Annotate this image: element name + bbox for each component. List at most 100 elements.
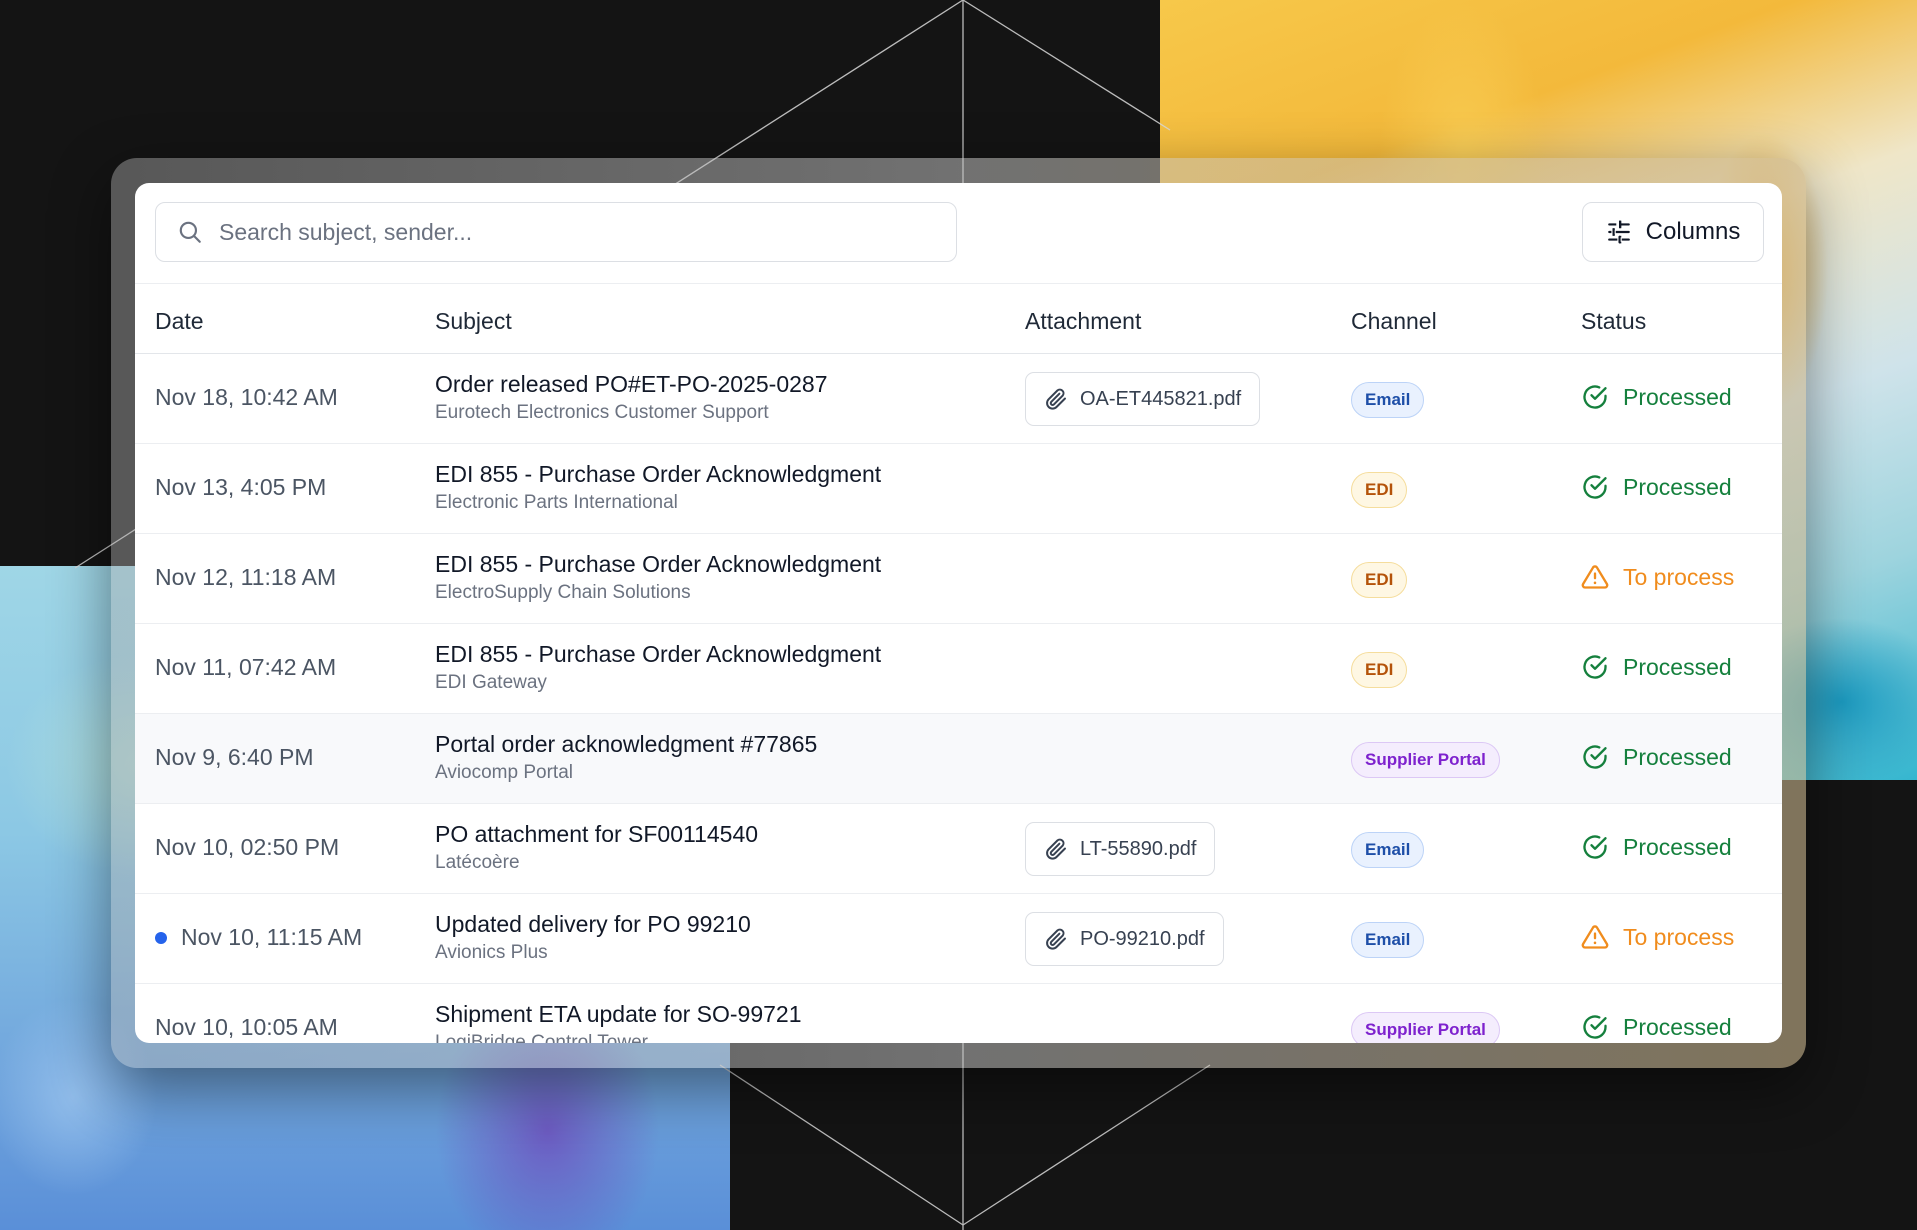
sender-text: ElectroSupply Chain Solutions — [435, 582, 691, 603]
column-header-subject[interactable]: Subject — [435, 308, 512, 335]
subject-text: Portal order acknowledgment #77865 — [435, 731, 818, 757]
table-header: Date Subject Attachment Channel Status — [135, 284, 1782, 354]
subject-text: Order released PO#ET-PO-2025-0287 — [435, 371, 828, 397]
table-row[interactable]: Nov 9, 6:40 PM Portal order acknowledgme… — [135, 714, 1782, 804]
status-to-process: To process — [1581, 563, 1734, 591]
date-text: Nov 10, 02:50 PM — [155, 834, 340, 860]
status-processed: Processed — [1581, 833, 1732, 861]
columns-label: Columns — [1645, 218, 1741, 245]
attachment-chip[interactable]: OA-ET445821.pdf — [1025, 372, 1261, 426]
search-box[interactable] — [155, 202, 957, 262]
status-text: To process — [1623, 563, 1735, 590]
sender-text: Eurotech Electronics Customer Support — [435, 402, 769, 423]
date-cell: Nov 18, 10:42 AM — [155, 384, 338, 411]
date-cell: Nov 10, 10:05 AM — [155, 1014, 338, 1041]
column-header-status[interactable]: Status — [1581, 308, 1646, 335]
attachment-chip[interactable]: LT-55890.pdf — [1025, 822, 1216, 876]
subject-text: EDI 855 - Purchase Order Acknowledgment — [435, 461, 882, 487]
date-text: Nov 9, 6:40 PM — [155, 744, 314, 770]
warning-triangle-icon — [1581, 925, 1609, 949]
attachment-filename: PO-99210.pdf — [1080, 927, 1205, 950]
status-text: Processed — [1623, 653, 1732, 680]
check-circle-icon — [1583, 745, 1607, 769]
table-row[interactable]: Nov 12, 11:18 AM EDI 855 - Purchase Orde… — [135, 534, 1782, 624]
date-text: Nov 10, 10:05 AM — [155, 1014, 338, 1040]
status-text: Processed — [1623, 473, 1732, 500]
table-row[interactable]: Nov 11, 07:42 AM EDI 855 - Purchase Orde… — [135, 624, 1782, 714]
subject-cell: EDI 855 - Purchase Order Acknowledgment … — [435, 640, 881, 695]
search-icon — [179, 221, 201, 243]
status-processed: Processed — [1581, 473, 1732, 501]
date-cell: Nov 13, 4:05 PM — [155, 474, 326, 501]
table-row[interactable]: Nov 13, 4:05 PM EDI 855 - Purchase Order… — [135, 444, 1782, 534]
attachment-chip[interactable]: PO-99210.pdf — [1025, 912, 1224, 966]
subject-text: Updated delivery for PO 99210 — [435, 911, 751, 937]
date-cell: Nov 10, 02:50 PM — [155, 834, 339, 861]
search-input[interactable] — [217, 217, 921, 247]
check-circle-icon — [1583, 475, 1607, 499]
subject-cell: EDI 855 - Purchase Order Acknowledgment … — [435, 460, 881, 515]
status-processed: Processed — [1581, 743, 1732, 771]
column-header-date[interactable]: Date — [155, 308, 204, 335]
sender-text: Latécoère — [435, 852, 520, 873]
channel-badge-email: Email — [1351, 922, 1425, 958]
date-text: Nov 18, 10:42 AM — [155, 384, 338, 410]
sliders-icon — [1607, 220, 1630, 244]
date-text: Nov 10, 11:15 AM — [181, 924, 363, 950]
subject-cell: Order released PO#ET-PO-2025-0287 Eurote… — [435, 370, 827, 425]
warning-triangle-icon — [1581, 565, 1609, 589]
subject-cell: PO attachment for SF00114540 Latécoère — [435, 820, 758, 875]
check-circle-icon — [1583, 1015, 1607, 1039]
check-circle-icon — [1583, 655, 1607, 679]
unread-dot — [155, 931, 167, 944]
date-cell: Nov 9, 6:40 PM — [155, 744, 314, 771]
date-cell: Nov 12, 11:18 AM — [155, 564, 336, 591]
column-header-channel[interactable]: Channel — [1351, 308, 1437, 335]
channel-badge-edi: EDI — [1351, 652, 1408, 688]
columns-button[interactable]: Columns — [1582, 202, 1764, 262]
subject-cell: Shipment ETA update for SO-99721 LogiBri… — [435, 1000, 802, 1043]
table-row[interactable]: Nov 10, 10:05 AM Shipment ETA update for… — [135, 984, 1782, 1043]
status-to-process: To process — [1581, 923, 1734, 951]
status-text: Processed — [1623, 1013, 1732, 1040]
date-cell: Nov 11, 07:42 AM — [155, 654, 336, 681]
column-header-attachment[interactable]: Attachment — [1025, 308, 1141, 335]
paperclip-icon — [1046, 388, 1066, 410]
channel-badge-edi: EDI — [1351, 472, 1408, 508]
check-circle-icon — [1583, 385, 1607, 409]
status-text: To process — [1623, 923, 1735, 950]
sender-text: LogiBridge Control Tower — [435, 1032, 648, 1043]
channel-badge-email: Email — [1351, 832, 1425, 868]
date-text: Nov 13, 4:05 PM — [155, 474, 327, 500]
date-text: Nov 11, 07:42 AM — [155, 654, 337, 680]
channel-badge-supplier-portal: Supplier Portal — [1351, 742, 1500, 778]
subject-text: EDI 855 - Purchase Order Acknowledgment — [435, 641, 882, 667]
status-text: Processed — [1623, 743, 1732, 770]
subject-text: PO attachment for SF00114540 — [435, 821, 759, 847]
channel-badge-supplier-portal: Supplier Portal — [1351, 1012, 1500, 1043]
subject-cell: Updated delivery for PO 99210 Avionics P… — [435, 910, 751, 965]
status-processed: Processed — [1581, 383, 1732, 411]
attachment-filename: OA-ET445821.pdf — [1080, 387, 1242, 410]
paperclip-icon — [1046, 838, 1066, 860]
check-circle-icon — [1583, 835, 1607, 859]
table-row[interactable]: Nov 10, 11:15 AM Updated delivery for PO… — [135, 894, 1782, 984]
sender-text: Aviocomp Portal — [435, 762, 573, 783]
status-text: Processed — [1623, 383, 1732, 410]
sender-text: Avionics Plus — [435, 942, 548, 963]
channel-badge-email: Email — [1351, 382, 1425, 418]
table-row[interactable]: Nov 10, 02:50 PM PO attachment for SF001… — [135, 804, 1782, 894]
subject-cell: EDI 855 - Purchase Order Acknowledgment … — [435, 550, 881, 605]
status-processed: Processed — [1581, 653, 1732, 681]
sender-text: EDI Gateway — [435, 672, 547, 693]
sender-text: Electronic Parts International — [435, 492, 678, 513]
status-processed: Processed — [1581, 1013, 1732, 1041]
paperclip-icon — [1046, 928, 1066, 950]
attachment-filename: LT-55890.pdf — [1080, 837, 1197, 860]
date-cell: Nov 10, 11:15 AM — [155, 924, 362, 951]
status-text: Processed — [1623, 833, 1732, 860]
date-text: Nov 12, 11:18 AM — [155, 564, 337, 590]
table-row[interactable]: Nov 18, 10:42 AM Order released PO#ET-PO… — [135, 354, 1782, 444]
table-toolbar: Columns — [135, 183, 1782, 284]
subject-text: EDI 855 - Purchase Order Acknowledgment — [435, 551, 882, 577]
